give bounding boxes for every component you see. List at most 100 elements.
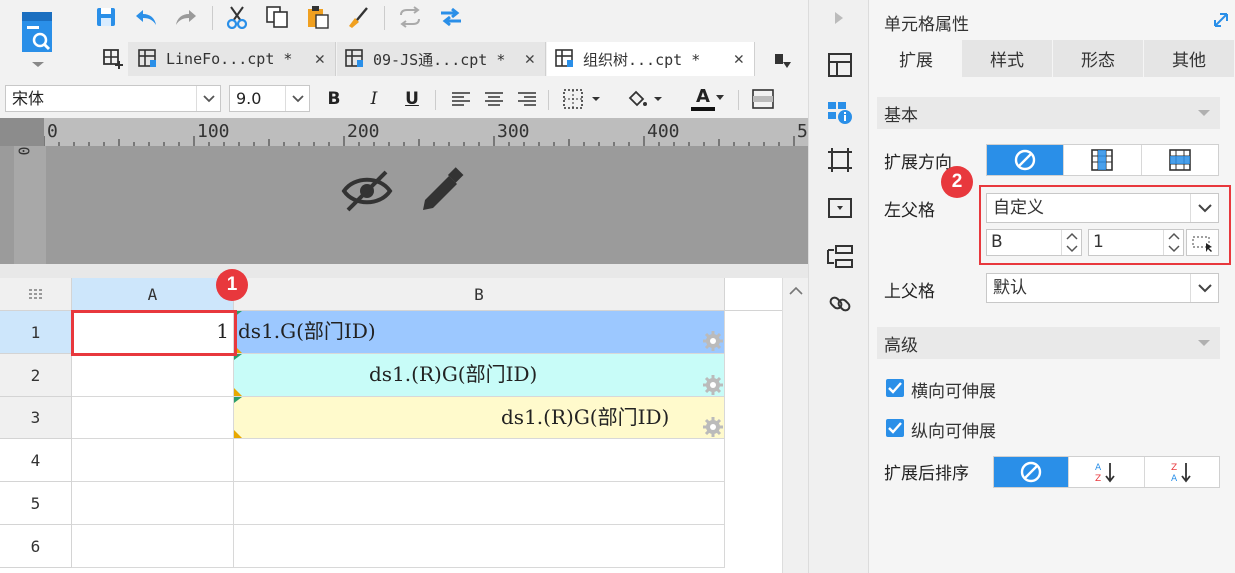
- font-size-select[interactable]: 9.0: [229, 85, 310, 112]
- column-header-a[interactable]: A: [72, 278, 234, 311]
- cut-icon[interactable]: [224, 4, 250, 30]
- cell-a2[interactable]: [72, 354, 234, 397]
- tab-list-icon[interactable]: [770, 48, 796, 74]
- horizontal-extendable-checkbox[interactable]: [886, 379, 904, 397]
- font-name-select[interactable]: 宋体: [5, 85, 221, 112]
- row-header-4[interactable]: 4: [0, 439, 72, 482]
- vertical-extendable-checkbox[interactable]: [886, 419, 904, 437]
- redo-icon[interactable]: [173, 4, 199, 30]
- cell-a5[interactable]: [72, 482, 234, 525]
- hide-icon[interactable]: [340, 168, 394, 214]
- cell-attributes-icon[interactable]: [825, 97, 855, 127]
- row-header-1[interactable]: 1: [0, 311, 72, 354]
- chevron-down-icon[interactable]: [1190, 274, 1218, 302]
- chevron-down-icon[interactable]: [285, 86, 309, 111]
- expand-panel-icon[interactable]: [1213, 12, 1229, 28]
- border-icon[interactable]: [560, 87, 606, 111]
- refresh-icon[interactable]: [397, 4, 423, 30]
- sort-ascending-icon[interactable]: AZ: [1069, 457, 1145, 487]
- collapse-arrow-icon[interactable]: [833, 10, 845, 26]
- cell-b1[interactable]: ds1.G(部门ID): [234, 311, 725, 354]
- chevron-down-icon[interactable]: [1198, 110, 1210, 116]
- close-icon[interactable]: ✕: [315, 49, 325, 69]
- sort-after-expand-toggle[interactable]: AZ ZA: [993, 456, 1220, 488]
- row-header-2[interactable]: 2: [0, 354, 72, 397]
- tab-other[interactable]: 其他: [1144, 40, 1234, 77]
- font-name-value: 宋体: [12, 89, 45, 108]
- chevron-up-icon[interactable]: [789, 286, 803, 296]
- select-all-corner[interactable]: [0, 278, 72, 311]
- link-icon[interactable]: [825, 289, 855, 319]
- left-parent-label: 左父格: [884, 201, 935, 221]
- basic-section-header[interactable]: 基本: [877, 97, 1220, 129]
- cell-element-icon[interactable]: [825, 50, 855, 80]
- float-element-icon[interactable]: [825, 145, 855, 175]
- cell-b6[interactable]: [234, 525, 725, 568]
- sheet-grid[interactable]: A B 1 2 3 4 5 6 1 ds1.G(部门ID) ds1.(R)G(部…: [0, 278, 790, 573]
- chevron-down-icon[interactable]: [716, 95, 724, 100]
- bold-button[interactable]: B: [321, 87, 347, 111]
- cell-a6[interactable]: [72, 525, 234, 568]
- swap-icon[interactable]: [438, 4, 464, 30]
- cell-b3[interactable]: ds1.(R)G(部门ID): [234, 397, 725, 439]
- svg-text:A: A: [1171, 474, 1178, 484]
- column-header-b[interactable]: B: [234, 278, 725, 311]
- close-icon[interactable]: ✕: [525, 49, 535, 69]
- gear-icon[interactable]: [703, 375, 723, 395]
- add-sheet-icon[interactable]: [100, 46, 126, 72]
- cell-b2[interactable]: ds1.(R)G(部门ID): [234, 354, 725, 397]
- gear-icon[interactable]: [703, 417, 723, 437]
- tab-style[interactable]: 样式: [962, 40, 1052, 77]
- chevron-down-icon[interactable]: [196, 86, 220, 111]
- close-icon[interactable]: ✕: [734, 49, 744, 69]
- horizontal-expand-option[interactable]: [1142, 145, 1218, 175]
- report-icon: [345, 49, 363, 67]
- row-header-3[interactable]: 3: [0, 397, 72, 439]
- align-left-icon[interactable]: [448, 87, 474, 111]
- row-header-5[interactable]: 5: [0, 482, 72, 525]
- row-header-6[interactable]: 6: [0, 525, 72, 568]
- toolbar-divider: [738, 90, 739, 110]
- save-icon[interactable]: [93, 4, 119, 30]
- tab-expand[interactable]: 扩展: [871, 40, 961, 77]
- fill-color-icon[interactable]: [622, 87, 668, 111]
- sort-descending-icon[interactable]: ZA: [1145, 457, 1219, 487]
- new-template-icon[interactable]: [18, 10, 58, 68]
- chevron-down-icon[interactable]: [1198, 340, 1210, 346]
- cell-a3[interactable]: [72, 397, 234, 439]
- advanced-section-header[interactable]: 高级: [877, 327, 1220, 359]
- font-color-swatch: [691, 106, 715, 111]
- cell-properties-panel: 单元格属性 扩展 样式 形态 其他 基本 扩展方向 左父格 自定义 B 1 上父…: [868, 0, 1235, 573]
- no-sort-option[interactable]: [994, 457, 1070, 487]
- widget-icon[interactable]: [825, 193, 855, 223]
- tab-lineform[interactable]: LineFo...cpt * ✕: [128, 42, 336, 76]
- tab-org-tree[interactable]: 组织树...cpt * ✕: [547, 42, 755, 76]
- page-header-area[interactable]: [0, 146, 808, 264]
- cell-b5[interactable]: [234, 482, 725, 525]
- gear-icon[interactable]: [703, 331, 723, 351]
- tab-js[interactable]: 09-JS通...cpt * ✕: [337, 42, 546, 76]
- separator: [0, 264, 808, 278]
- align-center-icon[interactable]: [481, 87, 507, 111]
- upper-parent-value: 默认: [993, 278, 1027, 298]
- merge-cells-icon[interactable]: [750, 87, 776, 111]
- italic-button[interactable]: I: [361, 87, 387, 111]
- cell-b4[interactable]: [234, 439, 725, 482]
- column-header-empty[interactable]: [725, 278, 782, 311]
- cell-a4[interactable]: [72, 439, 234, 482]
- undo-icon[interactable]: [133, 4, 159, 30]
- no-expand-option[interactable]: [987, 145, 1065, 175]
- tab-form[interactable]: 形态: [1053, 40, 1143, 77]
- vertical-expand-option[interactable]: [1064, 145, 1142, 175]
- align-right-icon[interactable]: [514, 87, 540, 111]
- format-painter-icon[interactable]: [345, 4, 371, 30]
- vertical-scrollbar[interactable]: [782, 278, 808, 573]
- toolbar: LineFo...cpt * ✕ 09-JS通...cpt * ✕ 组织树...…: [0, 0, 808, 118]
- copy-icon[interactable]: [264, 4, 290, 30]
- hierarchy-icon[interactable]: [825, 242, 855, 272]
- upper-parent-select[interactable]: 默认: [986, 273, 1219, 303]
- edit-icon[interactable]: [415, 166, 465, 214]
- expand-direction-toggle[interactable]: [986, 144, 1219, 176]
- paste-icon[interactable]: [305, 4, 331, 30]
- underline-button[interactable]: U: [399, 87, 425, 111]
